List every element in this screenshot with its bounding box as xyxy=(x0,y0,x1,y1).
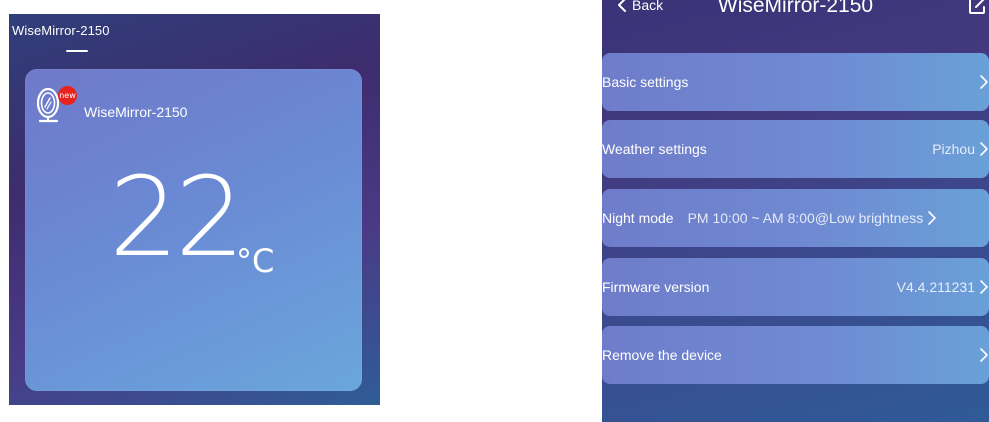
settings-row-night-mode[interactable]: Night mode PM 10:00 ~ AM 8:00@Low bright… xyxy=(602,189,989,247)
row-value: Pizhou xyxy=(932,141,975,157)
settings-row-remove-device[interactable]: Remove the device xyxy=(602,326,989,384)
row-label: Night mode xyxy=(602,210,674,226)
temperature-value: 22 xyxy=(109,153,245,281)
settings-row-weather[interactable]: Weather settings Pizhou xyxy=(602,120,989,178)
home-screen: WiseMirror-2150 new WiseMirror-2150 22 °… xyxy=(9,14,380,405)
new-badge: new xyxy=(58,86,77,105)
chevron-right-icon xyxy=(980,348,988,362)
settings-row-basic[interactable]: Basic settings xyxy=(602,53,989,111)
chevron-right-icon xyxy=(980,280,988,294)
row-label: Firmware version xyxy=(602,279,710,295)
device-settings-screen: Back WiseMirror-2150 Basic settings Weat… xyxy=(602,0,989,422)
chevron-right-icon xyxy=(928,211,937,225)
row-value: PM 10:00 ~ AM 8:00@Low brightness xyxy=(687,210,924,226)
device-card[interactable]: new WiseMirror-2150 22 °C xyxy=(25,69,362,391)
tab-underline xyxy=(66,50,88,52)
edit-icon[interactable] xyxy=(967,0,987,16)
row-label: Weather settings xyxy=(602,141,707,157)
room-tab[interactable]: WiseMirror-2150 xyxy=(12,23,110,38)
temperature-unit: °C xyxy=(236,242,275,280)
chevron-right-icon xyxy=(980,75,988,89)
card-device-name: WiseMirror-2150 xyxy=(84,104,188,120)
page-title: WiseMirror-2150 xyxy=(717,0,874,17)
row-label: Basic settings xyxy=(602,74,689,90)
row-label: Remove the device xyxy=(602,347,722,363)
chevron-right-icon xyxy=(980,142,988,156)
row-value: V4.4.211231 xyxy=(896,279,975,295)
settings-row-firmware[interactable]: Firmware version V4.4.211231 xyxy=(602,258,989,316)
